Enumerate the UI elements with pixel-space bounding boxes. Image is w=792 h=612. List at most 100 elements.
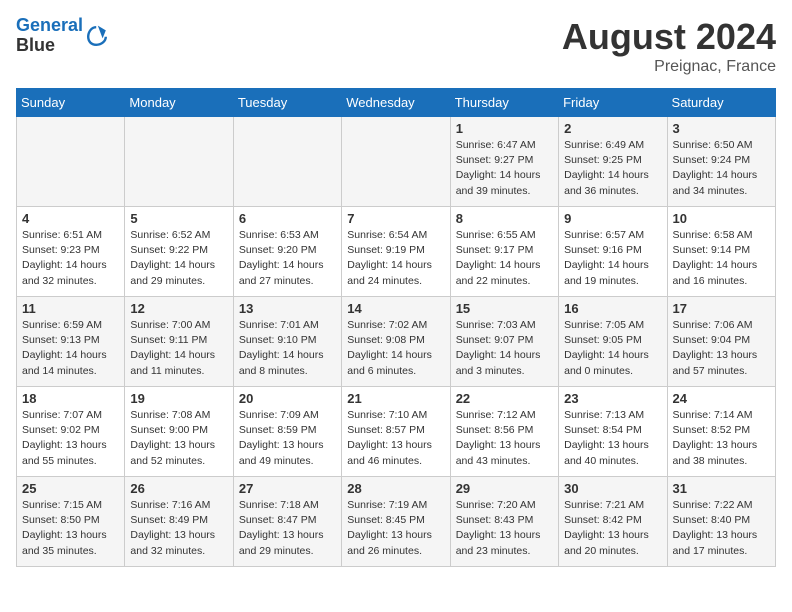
day-info: Sunrise: 6:52 AMSunset: 9:22 PMDaylight:… <box>130 228 227 289</box>
day-number: 29 <box>456 481 553 496</box>
day-info: Sunrise: 7:00 AMSunset: 9:11 PMDaylight:… <box>130 318 227 379</box>
table-row: 5Sunrise: 6:52 AMSunset: 9:22 PMDaylight… <box>125 207 233 297</box>
day-info: Sunrise: 6:47 AMSunset: 9:27 PMDaylight:… <box>456 138 553 199</box>
table-row: 29 Sunrise: 7:20 AMSunset: 8:43 PMDayligh… <box>450 477 558 567</box>
day-number: 19 <box>130 391 227 406</box>
calendar-week-row: 4Sunrise: 6:51 AMSunset: 9:23 PMDaylight… <box>17 207 776 297</box>
table-row: 20 Sunrise: 7:09 AMSunset: 8:59 PMDayligh… <box>233 387 341 477</box>
day-number: 2 <box>564 121 661 136</box>
table-row: 27Sunrise: 7:18 AMSunset: 8:47 PMDayligh… <box>233 477 341 567</box>
table-row: 22Sunrise: 7:12 AMSunset: 8:56 PMDayligh… <box>450 387 558 477</box>
location-label: Preignac, France <box>562 58 776 76</box>
day-info: Sunrise: 7:08 AMSunset: 9:00 PMDaylight:… <box>130 408 227 469</box>
day-info: Sunrise: 6:59 AMSunset: 9:13 PMDaylight:… <box>22 318 119 379</box>
logo-icon <box>85 24 109 48</box>
day-info: Sunrise: 7:01 AMSunset: 9:10 PMDaylight:… <box>239 318 336 379</box>
table-row: 10 Sunrise: 6:58 AMSunset: 9:14 PMDayligh… <box>667 207 775 297</box>
table-row: 14 Sunrise: 7:02 AMSunset: 9:08 PMDayligh… <box>342 297 450 387</box>
table-row <box>342 117 450 207</box>
day-number: 3 <box>673 121 770 136</box>
header-sunday: Sunday <box>17 89 125 117</box>
day-number: 30 <box>564 481 661 496</box>
table-row: 30 Sunrise: 7:21 AMSunset: 8:42 PMDayligh… <box>559 477 667 567</box>
header-monday: Monday <box>125 89 233 117</box>
day-info: Sunrise: 7:09 AMSunset: 8:59 PMDaylight:… <box>239 408 336 469</box>
table-row: 13 Sunrise: 7:01 AMSunset: 9:10 PMDayligh… <box>233 297 341 387</box>
day-number: 10 <box>673 211 770 226</box>
header-friday: Friday <box>559 89 667 117</box>
day-info: Sunrise: 6:53 AMSunset: 9:20 PMDaylight:… <box>239 228 336 289</box>
table-row: 21 Sunrise: 7:10 AMSunset: 8:57 PMDayligh… <box>342 387 450 477</box>
day-number: 25 <box>22 481 119 496</box>
table-row: 3 Sunrise: 6:50 AMSunset: 9:24 PMDaylight… <box>667 117 775 207</box>
day-number: 21 <box>347 391 444 406</box>
calendar-week-row: 25 Sunrise: 7:15 AMSunset: 8:50 PMDayligh… <box>17 477 776 567</box>
page-header: General Blue August 2024 Preignac, Franc… <box>16 16 776 76</box>
table-row: 2Sunrise: 6:49 AMSunset: 9:25 PMDaylight… <box>559 117 667 207</box>
table-row: 12 Sunrise: 7:00 AMSunset: 9:11 PMDayligh… <box>125 297 233 387</box>
day-info: Sunrise: 7:12 AMSunset: 8:56 PMDaylight:… <box>456 408 553 469</box>
day-number: 9 <box>564 211 661 226</box>
table-row: 24 Sunrise: 7:14 AMSunset: 8:52 PMDayligh… <box>667 387 775 477</box>
day-info: Sunrise: 6:50 AMSunset: 9:24 PMDaylight:… <box>673 138 770 199</box>
header-tuesday: Tuesday <box>233 89 341 117</box>
calendar-week-row: 11 Sunrise: 6:59 AMSunset: 9:13 PMDayligh… <box>17 297 776 387</box>
month-year-label: August 2024 <box>562 16 776 58</box>
day-info: Sunrise: 7:13 AMSunset: 8:54 PMDaylight:… <box>564 408 661 469</box>
table-row: 4Sunrise: 6:51 AMSunset: 9:23 PMDaylight… <box>17 207 125 297</box>
day-number: 4 <box>22 211 119 226</box>
table-row: 15Sunrise: 7:03 AMSunset: 9:07 PMDayligh… <box>450 297 558 387</box>
day-info: Sunrise: 7:05 AMSunset: 9:05 PMDaylight:… <box>564 318 661 379</box>
header-wednesday: Wednesday <box>342 89 450 117</box>
month-title: August 2024 Preignac, France <box>562 16 776 76</box>
day-number: 8 <box>456 211 553 226</box>
day-number: 28 <box>347 481 444 496</box>
day-info: Sunrise: 7:19 AMSunset: 8:45 PMDaylight:… <box>347 498 444 559</box>
day-number: 15 <box>456 301 553 316</box>
table-row: 25 Sunrise: 7:15 AMSunset: 8:50 PMDayligh… <box>17 477 125 567</box>
day-info: Sunrise: 7:21 AMSunset: 8:42 PMDaylight:… <box>564 498 661 559</box>
table-row: 7Sunrise: 6:54 AMSunset: 9:19 PMDaylight… <box>342 207 450 297</box>
day-number: 12 <box>130 301 227 316</box>
logo-text: General Blue <box>16 16 83 56</box>
day-info: Sunrise: 6:57 AMSunset: 9:16 PMDaylight:… <box>564 228 661 289</box>
day-number: 16 <box>564 301 661 316</box>
header-saturday: Saturday <box>667 89 775 117</box>
day-info: Sunrise: 6:58 AMSunset: 9:14 PMDaylight:… <box>673 228 770 289</box>
table-row: 26 Sunrise: 7:16 AMSunset: 8:49 PMDayligh… <box>125 477 233 567</box>
day-number: 11 <box>22 301 119 316</box>
logo: General Blue <box>16 16 109 56</box>
day-info: Sunrise: 7:16 AMSunset: 8:49 PMDaylight:… <box>130 498 227 559</box>
day-number: 26 <box>130 481 227 496</box>
table-row: 17 Sunrise: 7:06 AMSunset: 9:04 PMDayligh… <box>667 297 775 387</box>
table-row: 11 Sunrise: 6:59 AMSunset: 9:13 PMDayligh… <box>17 297 125 387</box>
day-info: Sunrise: 7:15 AMSunset: 8:50 PMDaylight:… <box>22 498 119 559</box>
day-number: 24 <box>673 391 770 406</box>
day-number: 1 <box>456 121 553 136</box>
table-row: 6 Sunrise: 6:53 AMSunset: 9:20 PMDaylight… <box>233 207 341 297</box>
table-row: 19 Sunrise: 7:08 AMSunset: 9:00 PMDayligh… <box>125 387 233 477</box>
day-number: 6 <box>239 211 336 226</box>
day-number: 14 <box>347 301 444 316</box>
day-number: 20 <box>239 391 336 406</box>
day-info: Sunrise: 7:06 AMSunset: 9:04 PMDaylight:… <box>673 318 770 379</box>
day-number: 17 <box>673 301 770 316</box>
day-number: 23 <box>564 391 661 406</box>
header-thursday: Thursday <box>450 89 558 117</box>
table-row <box>17 117 125 207</box>
day-info: Sunrise: 7:02 AMSunset: 9:08 PMDaylight:… <box>347 318 444 379</box>
table-row <box>125 117 233 207</box>
day-info: Sunrise: 7:20 AMSunset: 8:43 PMDaylight:… <box>456 498 553 559</box>
day-number: 27 <box>239 481 336 496</box>
day-number: 18 <box>22 391 119 406</box>
day-info: Sunrise: 7:10 AMSunset: 8:57 PMDaylight:… <box>347 408 444 469</box>
table-row: 31Sunrise: 7:22 AMSunset: 8:40 PMDayligh… <box>667 477 775 567</box>
day-info: Sunrise: 7:07 AMSunset: 9:02 PMDaylight:… <box>22 408 119 469</box>
table-row: 18 Sunrise: 7:07 AMSunset: 9:02 PMDayligh… <box>17 387 125 477</box>
calendar-week-row: 18 Sunrise: 7:07 AMSunset: 9:02 PMDayligh… <box>17 387 776 477</box>
day-info: Sunrise: 7:14 AMSunset: 8:52 PMDaylight:… <box>673 408 770 469</box>
day-number: 13 <box>239 301 336 316</box>
day-info: Sunrise: 6:55 AMSunset: 9:17 PMDaylight:… <box>456 228 553 289</box>
table-row: 8 Sunrise: 6:55 AMSunset: 9:17 PMDaylight… <box>450 207 558 297</box>
weekday-header-row: Sunday Monday Tuesday Wednesday Thursday… <box>17 89 776 117</box>
